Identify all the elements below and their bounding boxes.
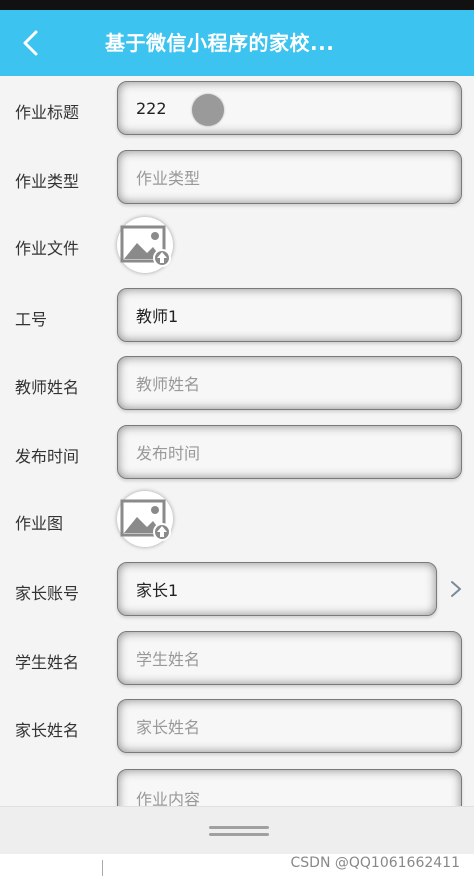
watermark: CSDN @QQ1061662411 — [290, 855, 460, 871]
text-cursor — [102, 860, 103, 876]
drag-handle-icon[interactable] — [209, 823, 269, 839]
navigation-bar: 基于微信小程序的家校... — [0, 10, 474, 76]
back-arrow-icon[interactable] — [16, 28, 46, 58]
homework-image-label: 作业图 — [15, 514, 64, 533]
homework-title-label: 作业标题 — [15, 103, 80, 122]
homework-type-label: 作业类型 — [15, 172, 80, 191]
student-name-placeholder: 学生姓名 — [136, 650, 201, 669]
parent-account-select[interactable]: 家长1 — [117, 562, 437, 616]
publish-time-label: 发布时间 — [15, 447, 80, 466]
page-title: 基于微信小程序的家校... — [105, 31, 335, 55]
publish-time-input[interactable]: 发布时间 — [117, 425, 462, 479]
homework-title-input[interactable]: 222 — [117, 81, 462, 135]
homework-content-placeholder: 作业内容 — [136, 790, 201, 806]
parent-account-label: 家长账号 — [15, 584, 80, 603]
publish-time-placeholder: 发布时间 — [136, 444, 201, 463]
homework-form: 作业标题 222 作业类型 作业类型 作业文件 工号 教师1 教师姓名 教师姓名… — [0, 76, 474, 806]
homework-type-placeholder: 作业类型 — [136, 169, 201, 188]
homework-file-label: 作业文件 — [15, 239, 80, 258]
parent-account-value: 家长1 — [136, 581, 179, 600]
staff-id-label: 工号 — [15, 310, 48, 329]
parent-name-label: 家长姓名 — [15, 721, 80, 740]
parent-name-input[interactable]: 家长姓名 — [117, 699, 462, 753]
image-upload-icon — [120, 225, 171, 267]
homework-type-input[interactable]: 作业类型 — [117, 150, 462, 204]
bottom-drawer-bar — [0, 806, 474, 854]
staff-id-input[interactable]: 教师1 — [117, 288, 462, 342]
teacher-name-input[interactable]: 教师姓名 — [117, 356, 462, 410]
student-name-label: 学生姓名 — [15, 653, 80, 672]
teacher-name-placeholder: 教师姓名 — [136, 375, 201, 394]
status-bar — [0, 0, 474, 10]
footer: CSDN @QQ1061662411 — [0, 854, 474, 876]
chevron-right-icon[interactable] — [448, 579, 464, 599]
staff-id-value: 教师1 — [136, 307, 179, 326]
homework-file-upload-button[interactable] — [117, 217, 173, 273]
parent-name-placeholder: 家长姓名 — [136, 718, 201, 737]
image-upload-icon — [120, 499, 171, 541]
toggle-knob[interactable] — [192, 94, 224, 126]
homework-content-textarea[interactable]: 作业内容 — [117, 769, 462, 806]
homework-image-upload-button[interactable] — [117, 491, 173, 547]
teacher-name-label: 教师姓名 — [15, 378, 80, 397]
homework-title-value: 222 — [136, 98, 167, 118]
student-name-input[interactable]: 学生姓名 — [117, 631, 462, 685]
